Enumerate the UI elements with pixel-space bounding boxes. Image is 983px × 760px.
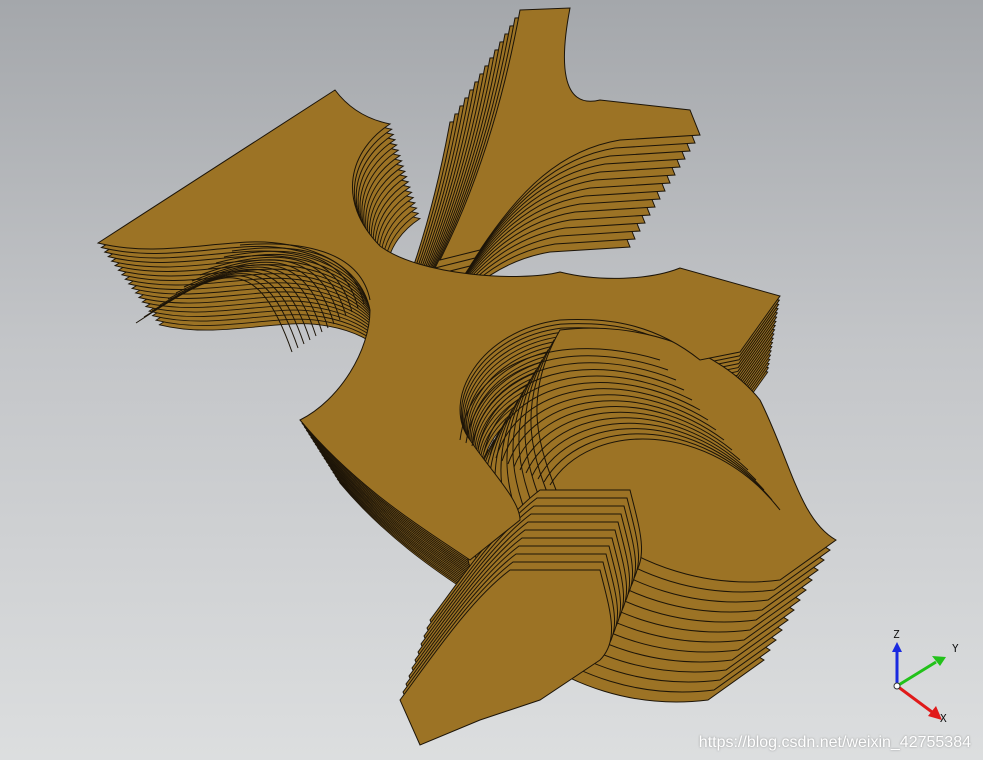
- x-axis-arrow: [896, 684, 933, 714]
- z-axis-label: Z: [893, 628, 900, 641]
- y-axis-label: Y: [952, 642, 959, 655]
- 3d-viewport[interactable]: Z Y X https://blog.csdn.net/weixin_42755…: [0, 0, 983, 760]
- watermark-url: https://blog.csdn.net/weixin_42755384: [698, 734, 971, 751]
- low-wing-slice: [399, 569, 612, 746]
- axis-triad: Z Y X: [860, 620, 980, 730]
- origin-dot: [893, 682, 901, 690]
- model-scene[interactable]: [0, 0, 983, 760]
- x-axis-label: X: [940, 712, 947, 725]
- z-axis-head: [892, 642, 902, 652]
- y-axis-arrow: [896, 660, 937, 688]
